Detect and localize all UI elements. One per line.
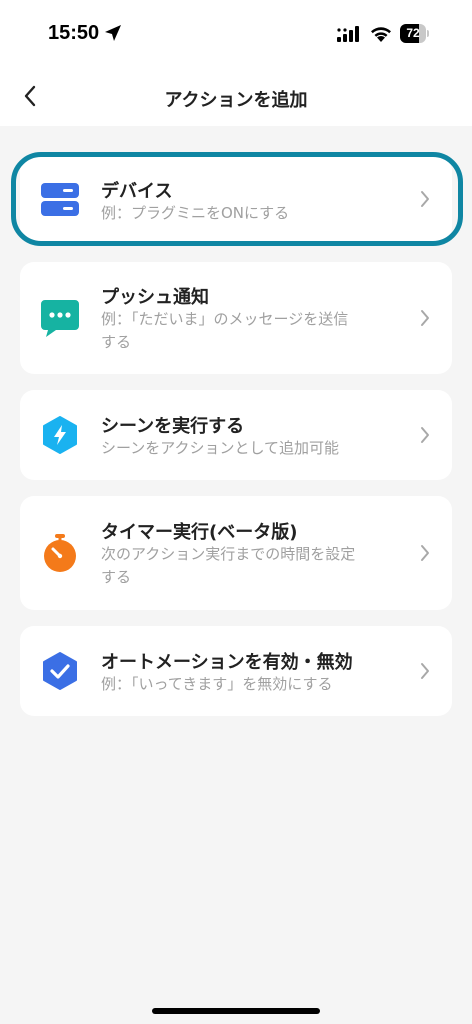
home-indicator — [152, 1008, 320, 1014]
action-title: タイマー実行(ベータ版) — [101, 522, 298, 543]
action-description: 次のアクション実行までの時間を設定 する — [101, 545, 356, 586]
chat-bubble-icon — [40, 298, 80, 338]
stopwatch-icon — [40, 533, 80, 573]
check-hexagon-icon — [40, 651, 80, 691]
action-title: シーンを実行する — [101, 416, 245, 437]
lightning-hexagon-icon — [40, 415, 80, 455]
action-title: オートメーションを有効・無効 — [101, 652, 353, 673]
navigation-bar: アクションを追加 — [0, 70, 472, 126]
action-item-run-scene[interactable]: シーンを実行する シーンをアクションとして追加可能 — [20, 390, 452, 480]
chevron-right-icon — [418, 425, 432, 445]
cellular-signal-icon — [337, 26, 363, 46]
action-title: プッシュ通知 — [101, 287, 209, 308]
battery-level: 72 — [406, 26, 420, 40]
page-title: アクションを追加 — [164, 90, 308, 111]
action-description: 例：プラグミニをONにする — [101, 204, 290, 222]
action-title: デバイス — [101, 181, 173, 202]
action-item-automation-toggle[interactable]: オートメーションを有効・無効 例：「いってきます」を無効にする — [20, 626, 452, 716]
battery-icon: 72 — [400, 24, 429, 43]
chevron-right-icon — [418, 543, 432, 563]
wifi-icon — [370, 25, 392, 46]
action-item-push-notification[interactable]: プッシュ通知 例：「ただいま」のメッセージを送信 する — [20, 262, 452, 374]
action-description: 例：「いってきます」を無効にする — [101, 675, 333, 693]
action-description: シーンをアクションとして追加可能 — [101, 439, 340, 457]
location-arrow-icon — [104, 24, 122, 46]
action-description: 例：「ただいま」のメッセージを送信 する — [101, 310, 349, 351]
status-bar: 15:50 72 — [0, 0, 472, 70]
action-item-device[interactable]: デバイス 例：プラグミニをONにする — [20, 157, 452, 241]
action-item-timer[interactable]: タイマー実行(ベータ版) 次のアクション実行までの時間を設定 する — [20, 496, 452, 610]
status-time: 15:50 — [48, 22, 100, 44]
chevron-right-icon — [418, 308, 432, 328]
device-server-icon — [40, 179, 80, 219]
chevron-right-icon — [418, 661, 432, 681]
chevron-right-icon — [418, 189, 432, 209]
